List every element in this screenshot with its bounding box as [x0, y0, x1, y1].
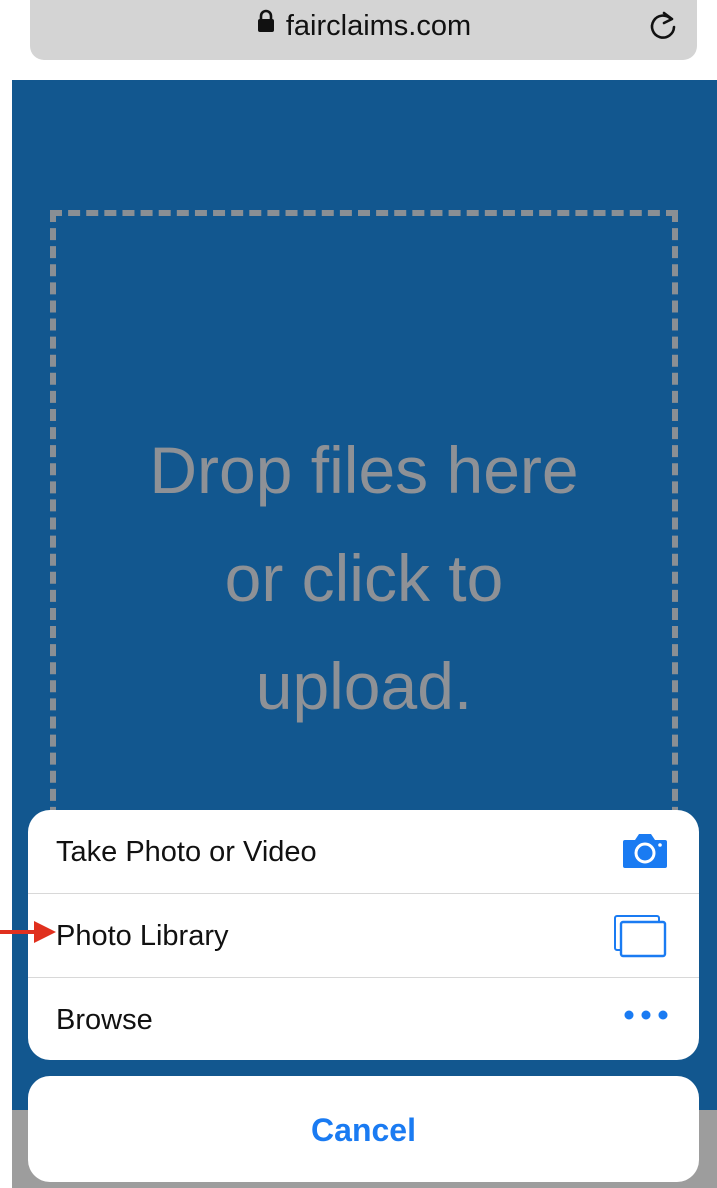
- photo-library-icon: [613, 914, 669, 965]
- annotation-arrow: [0, 918, 58, 953]
- dropzone-text: Drop files here or click to upload.: [56, 416, 672, 740]
- more-icon: [623, 1008, 669, 1027]
- dropzone-line-1: Drop files here: [149, 433, 579, 507]
- browser-chrome: fairclaims.com: [12, 0, 717, 80]
- browse-label: Browse: [56, 1004, 153, 1036]
- url-display: fairclaims.com: [30, 8, 697, 44]
- reload-icon[interactable]: [647, 10, 679, 42]
- address-bar[interactable]: fairclaims.com: [30, 0, 697, 60]
- dropzone-line-3: upload.: [255, 649, 473, 723]
- lock-icon: [256, 6, 276, 42]
- url-text: fairclaims.com: [285, 10, 472, 42]
- browse-option[interactable]: Browse: [28, 978, 699, 1060]
- camera-icon: [621, 830, 669, 875]
- cancel-label: Cancel: [311, 1112, 416, 1148]
- dropzone-line-2: or click to: [224, 541, 504, 615]
- take-photo-label: Take Photo or Video: [56, 836, 317, 868]
- photo-library-label: Photo Library: [56, 920, 229, 952]
- screen: fairclaims.com Drop files here or click …: [0, 0, 717, 1188]
- take-photo-option[interactable]: Take Photo or Video: [28, 810, 699, 894]
- action-sheet: Take Photo or Video Photo Library Browse: [28, 810, 699, 1060]
- cancel-button[interactable]: Cancel: [28, 1076, 699, 1182]
- photo-library-option[interactable]: Photo Library: [28, 894, 699, 978]
